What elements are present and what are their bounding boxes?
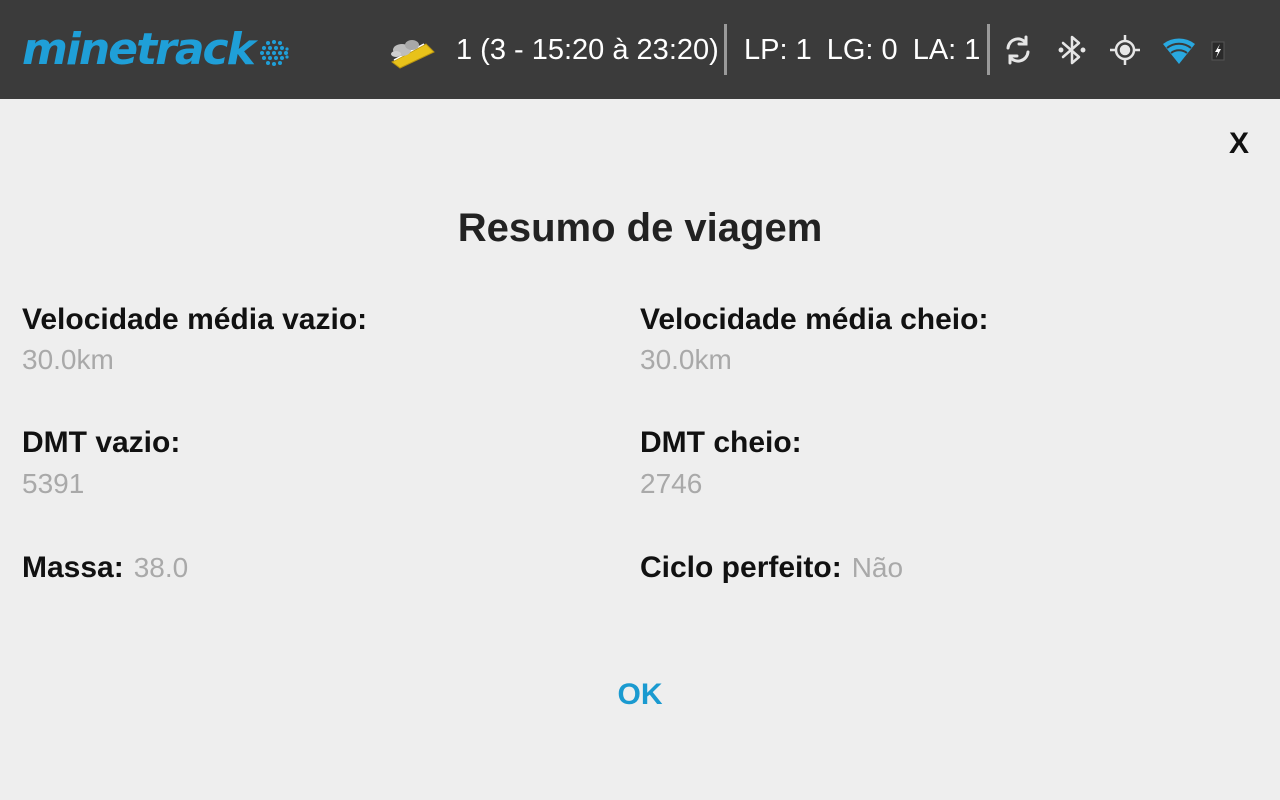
globe-icon (259, 40, 289, 66)
shift-info: 1 (3 - 15:20 à 23:20) (456, 34, 719, 66)
mass-field: Massa: 38.0 (22, 549, 188, 592)
dmt-full-value: 2746 (640, 468, 703, 499)
battery-charging-icon (1200, 30, 1236, 70)
avg-speed-empty-value: 30.0km (22, 344, 114, 375)
counter-lg: LG: 0 (827, 30, 898, 70)
bluetooth-icon (1052, 30, 1092, 70)
perfect-cycle-field: Ciclo perfeito: Não (640, 549, 903, 592)
dmt-full-label: DMT cheio: (640, 426, 802, 459)
perfect-cycle-value: Não (851, 552, 904, 583)
avg-speed-full-value: 30.0km (640, 344, 732, 375)
counter-la-value: 1 (964, 34, 981, 66)
counter-la: LA: 1 (913, 30, 981, 70)
counter-lg-value: 0 (881, 34, 898, 66)
ok-button[interactable]: OK (580, 670, 700, 720)
dmt-empty-value: 5391 (22, 468, 85, 499)
dump-truck-icon (391, 40, 435, 69)
counter-lp: LP: 1 (744, 30, 812, 70)
dialog-title: Resumo de viagem (457, 206, 823, 250)
dmt-empty-label: DMT vazio: (22, 426, 181, 459)
avg-speed-empty-label: Velocidade média vazio: (22, 303, 368, 336)
mass-label: Massa: (22, 551, 124, 584)
counter-lg-label: LG: (826, 34, 874, 66)
logo-text: minetrack (22, 24, 256, 75)
avg-speed-full-label: Velocidade média cheio: (640, 303, 989, 336)
header-divider (987, 24, 990, 75)
counter-lp-value: 1 (795, 34, 812, 66)
mass-value: 38.0 (133, 552, 189, 583)
counter-la-label: LA: (912, 34, 957, 66)
load-counters: LP: 1 LG: 0 LA: 1 (744, 30, 995, 70)
counter-lp-label: LP: (744, 34, 788, 66)
wifi-icon (1159, 30, 1199, 70)
close-button[interactable]: X (1224, 124, 1254, 164)
perfect-cycle-label: Ciclo perfeito: (640, 551, 842, 584)
header-divider (724, 24, 727, 75)
minetrack-logo: minetrack (22, 22, 290, 78)
sync-icon[interactable] (998, 30, 1038, 70)
gps-icon (1105, 30, 1145, 70)
app-header: minetrack 1 (3 - 15:20 à 23:20) LP: 1 LG… (0, 0, 1280, 99)
